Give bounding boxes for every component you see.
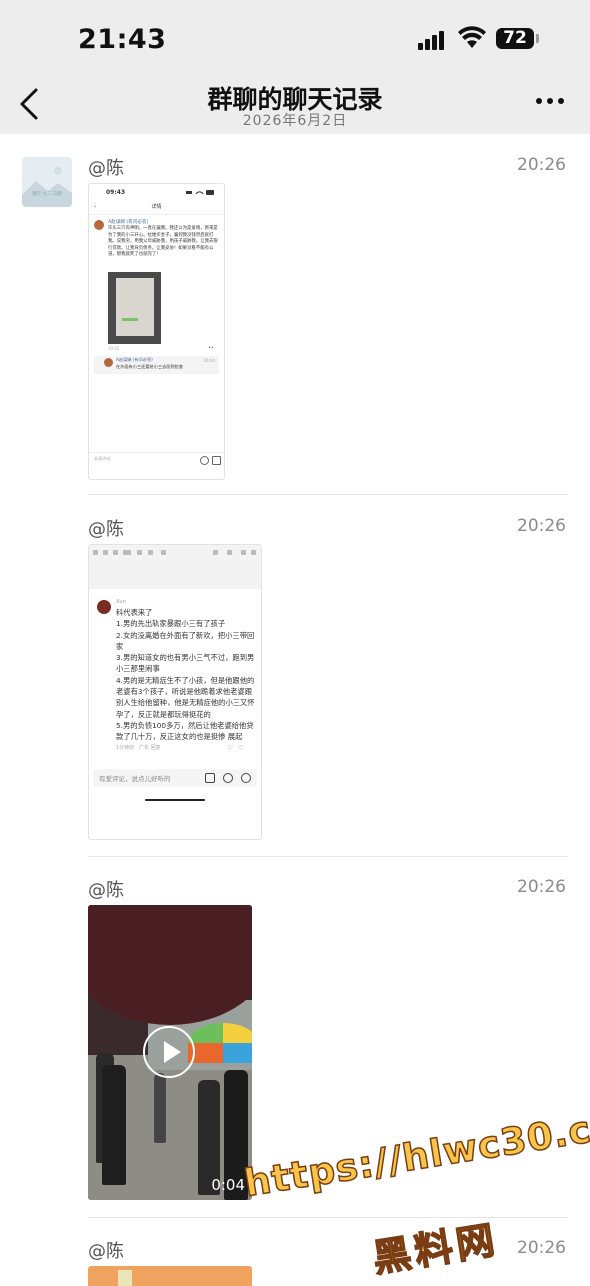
play-button[interactable] [143, 1026, 195, 1078]
sender-name: @陈 [88, 880, 124, 901]
image-icon [212, 456, 221, 465]
chevron-left-icon: ‹ [94, 204, 96, 210]
battery-level: 72 [496, 28, 534, 49]
shot-line: 1.男的先出轨家暴跟小三有了孩子 [116, 619, 226, 629]
sender-name: @陈 [88, 519, 124, 540]
message-time: 20:26 [517, 1238, 566, 1258]
emoji-icon [200, 456, 209, 465]
message-time: 20:26 [517, 516, 566, 536]
avatar [97, 600, 111, 614]
message-time: 20:26 [517, 155, 566, 175]
home-indicator [145, 799, 205, 801]
shot-photo [108, 272, 161, 344]
wifi-icon [458, 26, 486, 48]
reply-text: 在外面有小三还要给小三去医院检查 [116, 364, 184, 369]
sender-name: @陈 [88, 1241, 124, 1262]
shot-line: 3.男的知道女的也有男小三气不过，跑到男小三那里闹事 [116, 653, 255, 674]
cellular-signal-icon [418, 31, 448, 50]
status-time: 21:43 [78, 24, 167, 55]
avatar [94, 220, 104, 230]
shot-foot: 10:02 [108, 346, 120, 351]
divider [88, 1217, 568, 1218]
reply-author: A赵谋娣 (有问必答) [116, 357, 153, 362]
status-icons [186, 190, 214, 195]
shot-comment-bar: 有爱评论，说点儿好听的 [93, 769, 257, 787]
shot-reply: A赵谋娣 (有问必答) 在外面有小三还要给小三去医院检查 20:04 [94, 356, 219, 374]
shot-toolbar [89, 545, 261, 589]
video-message[interactable]: 0:04 [88, 905, 252, 1200]
shot-line: 科代表来了 [116, 608, 153, 617]
shot-input-placeholder: 有爱评论，说点儿好听的 [99, 775, 171, 783]
battery-icon [536, 34, 539, 43]
message-time: 20:26 [517, 877, 566, 897]
avatar[interactable]: 银行 九二·马鹿 [22, 157, 72, 207]
more-icon: •• [208, 345, 214, 351]
more-options-button[interactable] [534, 98, 566, 108]
avatar-caption: 银行 九二·马鹿 [32, 192, 62, 197]
shot-input-placeholder: 发表评论 [94, 456, 111, 461]
shot-line: 4.男的是无精症生不了小孩，但是他跟他的老婆有3个孩子，听说是他跪着求他老婆跟别… [116, 675, 255, 719]
shot-comment-bar: 发表评论 [89, 452, 224, 467]
divider [88, 494, 568, 495]
divider [88, 856, 568, 857]
watermark-url: https://hlwc30.com [241, 1097, 590, 1206]
shot-line: 5.男的负债100多万，然后让他老婆给他贷款了几十万，反正这女的也是挺惨 展起 [116, 720, 254, 742]
heart-icon: ♡ ♡ [227, 744, 245, 752]
shot-time: 09:43 [106, 189, 126, 196]
shot-author: A赵谋娣 (有问必答) [108, 220, 149, 225]
reply-time: 20:04 [203, 358, 215, 363]
shot-post-text: 毕头三只有神明，一直在骗我。我还以为是爱情，原来是为了我的小三开心。拉她买金子，… [108, 226, 218, 258]
image-message[interactable] [88, 1266, 252, 1286]
shot-header-title: 详情 [151, 204, 162, 210]
watermark-name: 黑料网 [369, 1217, 502, 1282]
page-subtitle-date: 2026年6月2日 [242, 113, 348, 129]
top-bar: 21:43 72 群聊的聊天记录 2026年6月2日 [0, 0, 590, 134]
sender-name: @陈 [88, 158, 124, 179]
shot-meta: 1分钟前 · 广东 回复 [116, 745, 161, 751]
screenshot-image[interactable]: 09:43 ‹ 详情 A赵谋娣 (有问必答) 毕头三只有神明，一直在骗我。我还以… [88, 183, 225, 480]
shot-line: 2.女的没离婚在外面有了新欢，把小三带回家 [116, 630, 255, 651]
landscape-icon [22, 157, 72, 207]
shot-header: ‹ 详情 [89, 200, 224, 214]
shot-post-text: 科代表来了 1.男的先出轨家暴跟小三有了孩子 2.女的没离婚在外面有了新欢，把小… [116, 607, 256, 743]
shot-author: Xun [116, 599, 126, 605]
video-duration: 0:04 [211, 1176, 245, 1194]
image-icon [205, 773, 215, 783]
screenshot-image[interactable]: Xun 科代表来了 1.男的先出轨家暴跟小三有了孩子 2.女的没离婚在外面有了新… [88, 544, 262, 840]
emoji-icon [241, 773, 251, 783]
at-icon [223, 773, 233, 783]
